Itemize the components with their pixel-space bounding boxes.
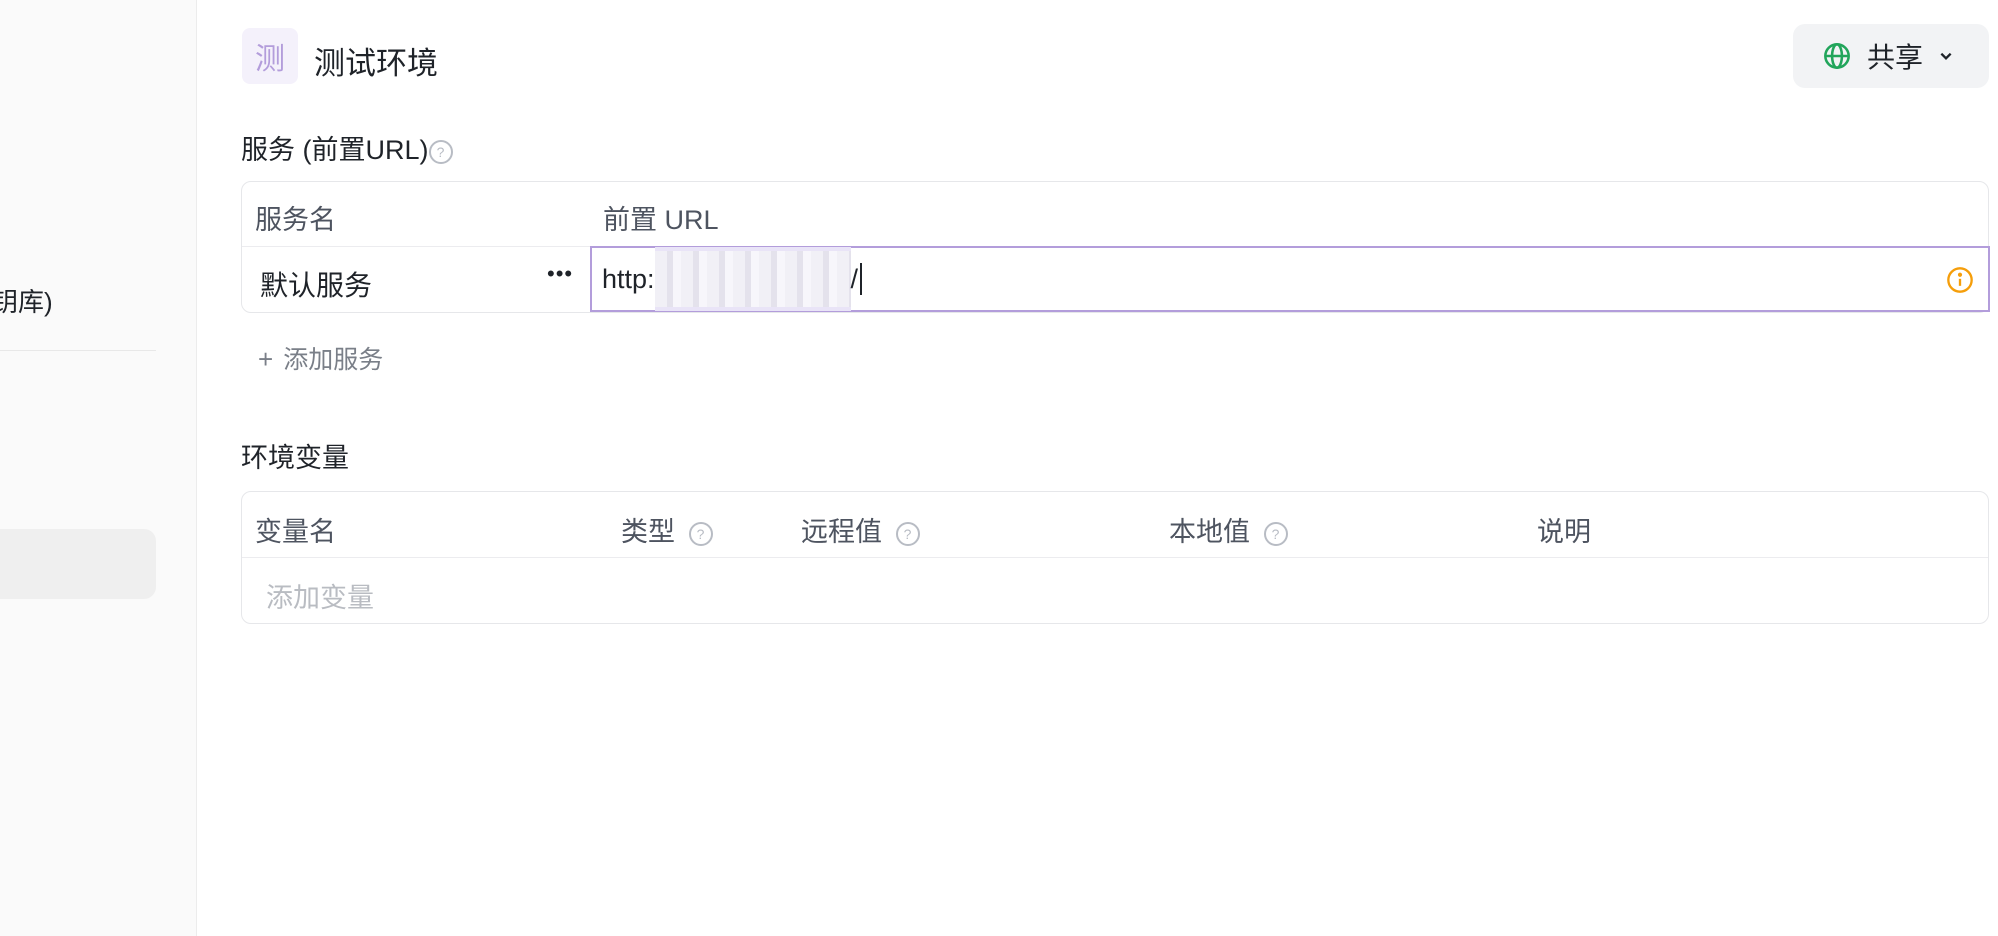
- column-header-prefix-url: 前置 URL: [603, 205, 719, 235]
- sidebar: 钥库): [0, 0, 197, 936]
- column-header-variable-name: 变量名: [255, 517, 336, 547]
- more-dots-icon[interactable]: •••: [547, 261, 573, 287]
- sidebar-item-partial[interactable]: 钥库): [0, 282, 53, 319]
- sidebar-divider: [0, 350, 156, 351]
- variables-section-label: 环境变量: [241, 443, 349, 473]
- sidebar-item-active[interactable]: [0, 529, 156, 599]
- column-header-service-name: 服务名: [255, 205, 336, 235]
- help-circle-icon[interactable]: ?: [1263, 521, 1288, 546]
- services-table: 服务名 前置 URL 默认服务 ••• http: /: [241, 181, 1990, 313]
- info-warning-icon[interactable]: [1946, 266, 1974, 294]
- column-header-local-value: 本地值 ?: [1169, 510, 1288, 549]
- help-circle-icon[interactable]: ?: [428, 139, 453, 164]
- variables-table: 变量名 类型 ? 远程值 ? 本地值 ? 说明 添加变量: [241, 491, 1989, 624]
- chevron-down-icon: [1940, 52, 1952, 60]
- column-header-type-label: 类型: [621, 517, 675, 547]
- column-header-type: 类型 ?: [621, 510, 713, 549]
- add-service-label: 添加服务: [283, 346, 384, 374]
- share-button[interactable]: 共享: [1793, 24, 1989, 88]
- column-header-remote-value-label: 远程值: [801, 517, 882, 547]
- env-badge: 测: [242, 28, 298, 84]
- text-caret: [860, 263, 863, 295]
- share-label: 共享: [1867, 42, 1924, 73]
- globe-icon: [1824, 43, 1850, 69]
- url-redacted-region: [654, 247, 851, 311]
- plus-icon: +: [258, 344, 274, 374]
- column-header-description: 说明: [1537, 517, 1591, 547]
- url-prefix-text: http:: [602, 263, 655, 294]
- env-title: 测试环境: [314, 46, 438, 81]
- help-circle-icon[interactable]: ?: [895, 521, 920, 546]
- url-suffix-text: /: [850, 263, 859, 294]
- add-variable-input[interactable]: 添加变量: [266, 576, 374, 615]
- help-circle-icon[interactable]: ?: [688, 521, 713, 546]
- add-service-button[interactable]: + 添加服务: [258, 340, 383, 376]
- row-divider: [242, 557, 1988, 558]
- column-header-remote-value: 远程值 ?: [801, 510, 920, 549]
- services-section-label: 服务 (前置URL)?: [241, 128, 453, 167]
- prefix-url-input[interactable]: http: /: [590, 246, 1990, 312]
- column-header-local-value-label: 本地值: [1169, 517, 1250, 547]
- service-name[interactable]: 默认服务: [260, 264, 372, 304]
- services-section-title: 服务 (前置URL): [241, 135, 429, 165]
